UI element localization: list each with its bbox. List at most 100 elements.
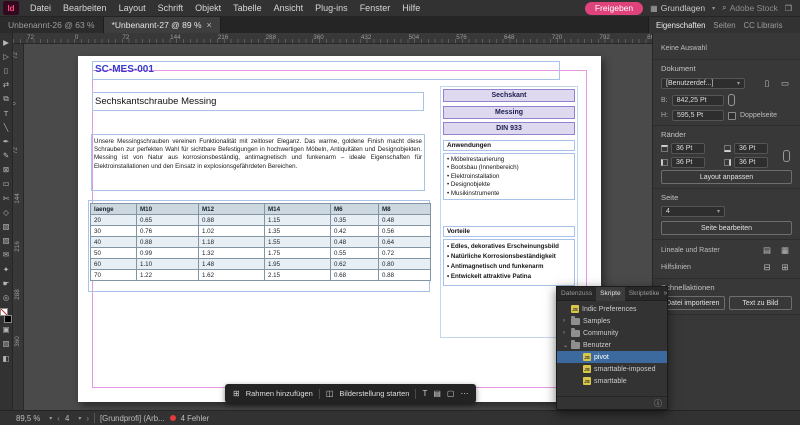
smart-guides-icon[interactable]: ⊞ bbox=[778, 261, 792, 274]
preflight-profile[interactable]: [Grundprofi] (Arb... bbox=[100, 414, 165, 423]
collapse-panel-icon[interactable]: » bbox=[663, 290, 670, 297]
portrait-orientation-icon[interactable]: ▯ bbox=[760, 77, 774, 90]
content-collector-tool[interactable]: ⧉ bbox=[0, 92, 13, 106]
menu-item-fenster[interactable]: Fenster bbox=[354, 3, 397, 13]
page-icon[interactable]: ▤ bbox=[433, 389, 441, 398]
grid-icon[interactable]: ▦ bbox=[778, 244, 792, 257]
fill-stroke-swatches[interactable] bbox=[0, 307, 12, 323]
script-tree-item[interactable]: JS smarttable bbox=[557, 375, 667, 387]
stock-search[interactable]: ⌕ Adobe Stock bbox=[722, 3, 778, 13]
page-tool[interactable]: ▯ bbox=[0, 63, 13, 77]
margin-left-field[interactable]: 36 Pt bbox=[671, 157, 705, 168]
chevron-expanded-icon[interactable]: ⌄ bbox=[563, 342, 568, 349]
page-number-select[interactable]: 4 ▾ bbox=[661, 206, 725, 217]
adjust-layout-button[interactable]: Layout anpassen bbox=[661, 170, 792, 184]
script-tree-item[interactable]: JS Indic Preferences bbox=[557, 303, 667, 315]
document-preset-select[interactable]: [Benutzerdef...] ▾ bbox=[661, 78, 745, 89]
zoom-tool[interactable]: ◎ bbox=[0, 290, 13, 304]
rectangle-tool[interactable]: ▭ bbox=[0, 177, 13, 191]
panel-tab-cclibraris[interactable]: CC Libraris bbox=[741, 21, 786, 30]
menu-item-ansicht[interactable]: Ansicht bbox=[268, 3, 310, 13]
share-button[interactable]: Freigeben bbox=[584, 1, 644, 15]
hand-tool[interactable]: ☛ bbox=[0, 276, 13, 290]
horizontal-ruler[interactable]: 72072144216288360432504576648720792864 bbox=[13, 33, 652, 44]
margin-bottom-field[interactable]: 36 Pt bbox=[734, 143, 768, 154]
table-cell: 1.95 bbox=[264, 258, 331, 270]
script-tree-item[interactable]: ⌄ Benutzer bbox=[557, 339, 667, 351]
spec-table[interactable]: laenge M10 M12 M14 M6 M8 20 0.65 0.88 1.15 0.35 0.… bbox=[90, 203, 431, 281]
sku-frame[interactable] bbox=[92, 61, 560, 80]
text-tool-icon[interactable]: T bbox=[422, 389, 427, 398]
generate-image-button[interactable]: Bilderstellung starten bbox=[339, 389, 409, 398]
menu-item-tabelle[interactable]: Tabelle bbox=[227, 3, 268, 13]
gradient-tool[interactable]: ▧ bbox=[0, 219, 13, 233]
script-tree-item[interactable]: › Samples bbox=[557, 315, 667, 327]
note-tool[interactable]: ✉ bbox=[0, 248, 13, 262]
application-item: • Designobjekte bbox=[447, 181, 491, 189]
import-file-button[interactable]: Datei importieren bbox=[661, 296, 725, 310]
panel-tab-seiten[interactable]: Seiten bbox=[710, 21, 738, 30]
add-frame-button[interactable]: Rahmen hinzufügen bbox=[246, 389, 313, 398]
link-margins-icon[interactable] bbox=[783, 149, 790, 162]
document-tab[interactable]: Unbenannt-26 @ 63 % bbox=[0, 17, 104, 33]
pencil-tool[interactable]: ✎ bbox=[0, 149, 13, 163]
margin-top-field[interactable]: 36 Pt bbox=[671, 143, 705, 154]
menu-item-layout[interactable]: Layout bbox=[113, 3, 152, 13]
previous-page-icon[interactable]: ‹ bbox=[57, 414, 60, 423]
scissors-tool[interactable]: ✄ bbox=[0, 191, 13, 205]
free-transform-tool[interactable]: ◇ bbox=[0, 205, 13, 219]
edit-page-button[interactable]: Seite bearbeiten bbox=[661, 221, 792, 235]
menu-item-datei[interactable]: Datei bbox=[24, 3, 57, 13]
close-icon[interactable]: × bbox=[207, 20, 212, 30]
line-tool[interactable]: ╲ bbox=[0, 120, 13, 134]
page-indicator[interactable]: 4 bbox=[65, 414, 69, 423]
vertical-ruler[interactable]: 72 0 72 144 216 288 360 bbox=[13, 44, 24, 410]
guides-icon[interactable]: ⊟ bbox=[760, 261, 774, 274]
rectangle-frame-tool[interactable]: ⊠ bbox=[0, 163, 13, 177]
landscape-orientation-icon[interactable]: ▭ bbox=[778, 77, 792, 90]
scripts-panel-tab-skriptetike[interactable]: Skriptetike bbox=[625, 287, 664, 301]
menu-item-bearbeiten[interactable]: Bearbeiten bbox=[57, 3, 113, 13]
gap-tool[interactable]: ⇄ bbox=[0, 78, 13, 92]
direct-selection-tool[interactable]: ▷ bbox=[0, 49, 13, 63]
menu-item-schrift[interactable]: Schrift bbox=[152, 3, 190, 13]
scripts-panel-tab-skripte[interactable]: Skripte bbox=[596, 286, 625, 301]
script-tree-item[interactable]: JS pivot bbox=[557, 351, 667, 363]
next-page-icon[interactable]: › bbox=[86, 414, 89, 423]
zoom-level[interactable]: 89,5 % bbox=[16, 414, 40, 423]
type-tool[interactable]: T bbox=[0, 106, 13, 120]
chevron-collapsed-icon[interactable]: › bbox=[563, 318, 568, 324]
eyedropper-tool[interactable]: ✦ bbox=[0, 262, 13, 276]
menu-item-plugins[interactable]: Plug-ins bbox=[309, 3, 354, 13]
menu-item-hilfe[interactable]: Hilfe bbox=[396, 3, 426, 13]
screen-mode-icon[interactable]: ◧ bbox=[0, 351, 13, 365]
menu-item-objekt[interactable]: Objekt bbox=[189, 3, 227, 13]
chevron-collapsed-icon[interactable]: › bbox=[563, 330, 568, 336]
document-tab[interactable]: *Unbenannt-27 @ 89 % × bbox=[103, 17, 221, 33]
ruler-icon[interactable]: ▤ bbox=[760, 244, 774, 257]
more-options-icon[interactable]: ⋯ bbox=[460, 389, 468, 398]
script-tree-item[interactable]: JS smarttable-imposed bbox=[557, 363, 667, 375]
selection-tool[interactable]: ▶ bbox=[0, 35, 13, 49]
document-page[interactable]: SC-MES-001 Sechskantschraube Messing Uns… bbox=[78, 56, 601, 402]
error-count[interactable]: 4 Fehler bbox=[181, 414, 210, 423]
panel-tabs: Eigenschaften Seiten CC Libraris bbox=[648, 17, 800, 33]
height-field[interactable]: 595,5 Pt bbox=[672, 110, 724, 121]
width-field[interactable]: 842,25 Pt bbox=[671, 94, 724, 106]
panel-tab-eigenschaften[interactable]: Eigenschaften bbox=[653, 21, 708, 30]
workspace-switcher[interactable]: ▦ Grundlagen ▾ bbox=[650, 3, 715, 13]
link-dimensions-icon[interactable] bbox=[727, 94, 735, 106]
apply-color-icon[interactable]: ▨ bbox=[0, 337, 13, 351]
scripts-panel-tab-datenzuss[interactable]: Datenzuss bbox=[557, 287, 596, 301]
facing-pages-checkbox[interactable] bbox=[728, 111, 736, 120]
script-tree-item[interactable]: › Community bbox=[557, 327, 667, 339]
panel-layout-icon[interactable]: ❒ bbox=[785, 4, 792, 13]
gradient-feather-tool[interactable]: ▨ bbox=[0, 234, 13, 248]
text-to-image-button[interactable]: Text zu Bild bbox=[728, 296, 792, 310]
pen-tool[interactable]: ✒ bbox=[0, 134, 13, 148]
margin-right-field[interactable]: 36 Pt bbox=[734, 157, 768, 168]
document-icon[interactable]: ▢ bbox=[447, 389, 455, 398]
info-icon[interactable]: ⓘ bbox=[654, 398, 662, 409]
stroke-swatch[interactable] bbox=[4, 314, 12, 323]
formatting-affects-icon[interactable]: ▣ bbox=[0, 323, 13, 337]
